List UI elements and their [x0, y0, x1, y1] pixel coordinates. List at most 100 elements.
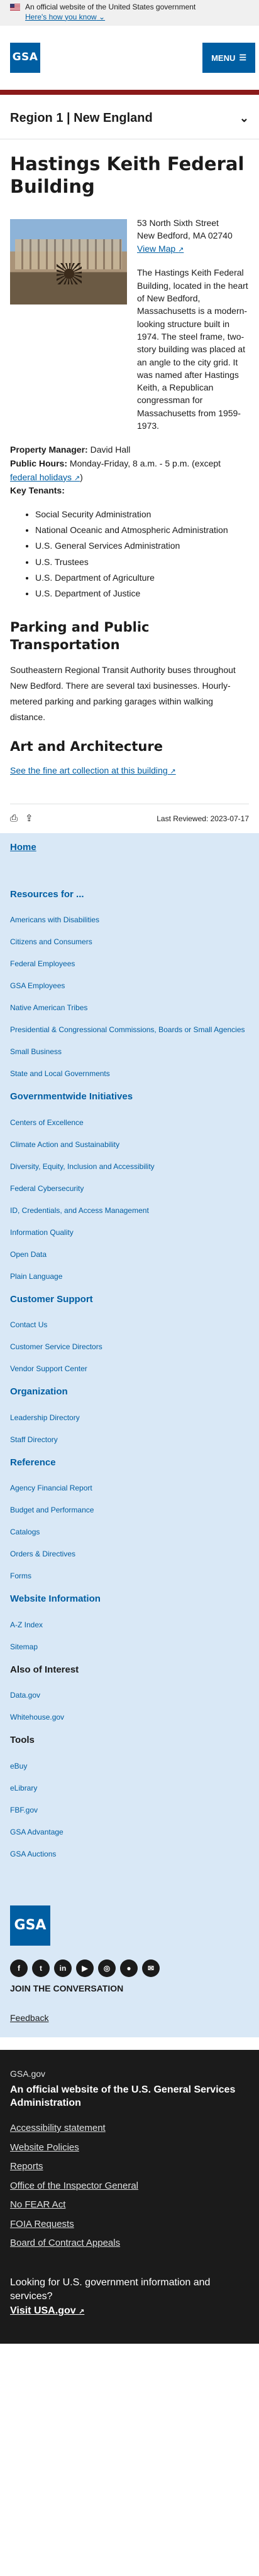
public-hours: Public Hours: Monday-Friday, 8 a.m. - 5 …	[10, 458, 221, 482]
footer-section-title: Governmentwide Initiatives	[10, 1091, 133, 1102]
footer-section-title: Website Information	[10, 1593, 101, 1605]
footer-link[interactable]: A-Z Index	[10, 1619, 249, 1630]
footer-link[interactable]: Orders & Directives	[10, 1548, 249, 1560]
footer-link[interactable]: Information Quality	[10, 1227, 249, 1238]
footer-link[interactable]: Federal Employees	[10, 958, 249, 969]
gsa-footer-logo[interactable]: GSA	[10, 1905, 50, 1946]
footer-link[interactable]: ID, Credentials, and Access Management	[10, 1205, 249, 1216]
list-item: National Oceanic and Atmospheric Adminis…	[35, 522, 249, 538]
footer-link[interactable]: Leadership Directory	[10, 1412, 249, 1423]
region-selector[interactable]: Region 1 | New England ⌄	[0, 95, 259, 140]
footer-link[interactable]: Sitemap	[10, 1641, 249, 1652]
identifier-link[interactable]: Office of the Inspector General	[10, 2179, 249, 2194]
youtube-icon[interactable]: ▶	[76, 1959, 94, 1977]
parking-text: Southeastern Regional Transit Authority …	[10, 664, 236, 723]
footer-link[interactable]: Climate Action and Sustainability	[10, 1139, 249, 1150]
footer-link[interactable]: Centers of Excellence	[10, 1117, 249, 1128]
footer-link[interactable]: GSA Advantage	[10, 1826, 249, 1838]
footer-link[interactable]: eBuy	[10, 1760, 249, 1772]
identifier-link[interactable]: Accessibility statement	[10, 2121, 249, 2136]
footer-section-website-info: Website Information A-Z Index Sitemap	[10, 1592, 249, 1652]
footer-link[interactable]: Citizens and Consumers	[10, 936, 249, 947]
identifier-link[interactable]: FOIA Requests	[10, 2218, 249, 2232]
linkedin-icon[interactable]: in	[54, 1959, 72, 1977]
footer-link[interactable]: Plain Language	[10, 1271, 249, 1282]
list-item: U.S. Department of Justice	[35, 586, 249, 601]
fine-art-link[interactable]: See the fine art collection at this buil…	[10, 764, 249, 777]
footer-link[interactable]: eLibrary	[10, 1782, 249, 1794]
social-links: f t in ▶ ◎ ● ✉	[10, 1959, 249, 1977]
gsa-logo[interactable]: GSA	[10, 43, 40, 73]
footer-link[interactable]: Presidential & Congressional Commissions…	[10, 1024, 249, 1035]
identifier-domain: GSA.gov	[10, 2068, 46, 2079]
identifier-link[interactable]: Board of Contract Appeals	[10, 2236, 249, 2251]
footer-section-reference: Reference Agency Financial Report Budget…	[10, 1456, 249, 1582]
footer-link[interactable]: Vendor Support Center	[10, 1363, 249, 1374]
footer-section-support: Customer Support Contact Us Customer Ser…	[10, 1293, 249, 1375]
external-link-icon: ↗	[79, 2308, 85, 2316]
footer-link[interactable]: Staff Directory	[10, 1434, 249, 1445]
menu-button[interactable]: MENU ☰	[202, 43, 255, 73]
key-tenants-label: Key Tenants:	[10, 485, 65, 496]
footer-link[interactable]: GSA Employees	[10, 980, 249, 991]
footer-link[interactable]: Data.gov	[10, 1689, 249, 1701]
twitter-icon[interactable]: t	[32, 1959, 50, 1977]
footer-link[interactable]: Americans with Disabilities	[10, 914, 249, 925]
footer-section-title: Organization	[10, 1386, 68, 1398]
federal-holidays-link[interactable]: federal holidays ↗	[10, 472, 80, 482]
footer-link[interactable]: Diversity, Equity, Inclusion and Accessi…	[10, 1161, 249, 1172]
list-item: U.S. General Services Administration	[35, 538, 249, 554]
footer-section-title: Also of Interest	[10, 1664, 79, 1675]
address-line1: 53 North Sixth Street	[137, 217, 219, 228]
visit-usa-gov-link[interactable]: Visit USA.gov ↗	[10, 2305, 84, 2316]
main-content: Hastings Keith Federal Building 53 North…	[0, 139, 259, 777]
chevron-down-icon: ⌄	[99, 12, 106, 21]
footer-link[interactable]: Catalogs	[10, 1526, 249, 1538]
list-item: U.S. Trustees	[35, 554, 249, 570]
footer-link[interactable]: Whitehouse.gov	[10, 1711, 249, 1723]
print-icon[interactable]: ⎙	[10, 812, 18, 826]
footer-section-title: Reference	[10, 1457, 56, 1468]
feedback-link[interactable]: Feedback	[10, 2013, 48, 2023]
footer-link[interactable]: Customer Service Directors	[10, 1341, 249, 1352]
email-icon[interactable]: ✉	[142, 1959, 160, 1977]
footer-link[interactable]: Native American Tribes	[10, 1002, 249, 1013]
share-icon[interactable]: ⇪	[25, 812, 33, 826]
region-title: Region 1 | New England	[10, 111, 153, 126]
identifier-link[interactable]: No FEAR Act	[10, 2198, 249, 2212]
facebook-icon[interactable]: f	[10, 1959, 28, 1977]
join-the-conversation: JOIN THE CONVERSATION	[10, 1983, 124, 1993]
address-line2: New Bedford, MA 02740	[137, 230, 233, 241]
page-title: Hastings Keith Federal Building	[10, 153, 245, 197]
footer-link[interactable]: Federal Cybersecurity	[10, 1183, 249, 1194]
parking-heading: Parking and Public Transportation	[10, 620, 150, 652]
footer-link[interactable]: Contact Us	[10, 1319, 249, 1330]
usa-gov-prompt: Looking for U.S. government information …	[10, 2277, 211, 2302]
chevron-down-icon: ⌄	[239, 111, 249, 124]
us-flag-icon	[10, 4, 20, 11]
tenant-list: Social Security Administration National …	[10, 507, 249, 601]
footer-section-initiatives: Governmentwide Initiatives Centers of Ex…	[10, 1090, 249, 1282]
property-manager: Property Manager: David Hall	[10, 445, 131, 455]
gov-banner: An official website of the United States…	[0, 0, 259, 26]
identifier-link[interactable]: Website Policies	[10, 2141, 249, 2155]
footer-link[interactable]: Budget and Performance	[10, 1504, 249, 1516]
view-map-link[interactable]: View Map ↗	[137, 244, 184, 254]
footer-link[interactable]: FBF.gov	[10, 1804, 249, 1816]
footer-section-title: Tools	[10, 1735, 35, 1746]
flickr-icon[interactable]: ●	[120, 1959, 138, 1977]
footer-link[interactable]: Forms	[10, 1570, 249, 1582]
footer-link[interactable]: State and Local Governments	[10, 1068, 249, 1079]
footer-link[interactable]: Small Business	[10, 1046, 249, 1057]
page-meta: ⎙ ⇪ Last Reviewed: 2023-07-17	[10, 803, 249, 830]
footer-link[interactable]: Open Data	[10, 1249, 249, 1260]
identifier-link[interactable]: Reports	[10, 2160, 249, 2174]
footer-link[interactable]: Agency Financial Report	[10, 1482, 249, 1494]
instagram-icon[interactable]: ◎	[98, 1959, 116, 1977]
list-item: Social Security Administration	[35, 507, 249, 522]
footer-home-link[interactable]: Home	[10, 841, 249, 855]
identifier: GSA.gov An official website of the U.S. …	[0, 2049, 259, 2344]
building-summary: 53 North Sixth Street New Bedford, MA 02…	[10, 217, 249, 432]
heres-how-you-know-link[interactable]: Here's how you know ⌄	[25, 13, 105, 21]
footer-link[interactable]: GSA Auctions	[10, 1848, 249, 1860]
